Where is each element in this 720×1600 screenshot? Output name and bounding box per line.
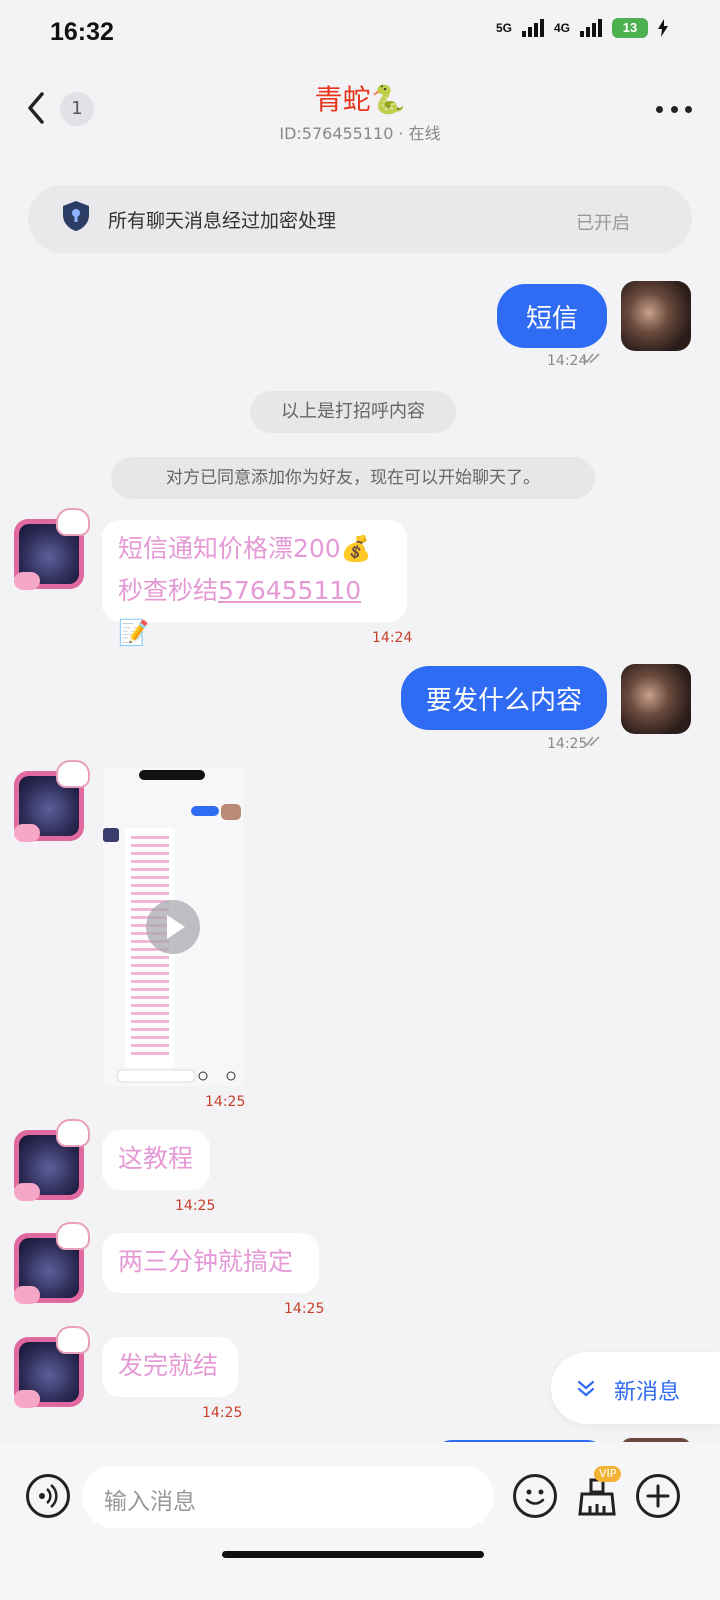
new-message-label: 新消息 bbox=[614, 1380, 681, 1405]
voice-icon[interactable] bbox=[26, 1474, 70, 1518]
plus-sign-icon bbox=[646, 1484, 670, 1508]
read-check-icon bbox=[582, 353, 600, 364]
message-input-placeholder: 输入消息 bbox=[104, 1489, 196, 1515]
avatar-frame-decoration bbox=[56, 508, 90, 536]
message-line: 秒查秒结576455110 📝 bbox=[118, 570, 391, 654]
message-bubble-received[interactable]: 这教程 bbox=[102, 1130, 210, 1190]
system-notice: 对方已同意添加你为好友，现在可以开始聊天了。 bbox=[111, 457, 595, 499]
message-text: 秒查秒结 bbox=[118, 576, 219, 605]
broom-icon[interactable] bbox=[576, 1476, 618, 1518]
more-icon[interactable] bbox=[656, 102, 692, 116]
system-notice: 以上是打招呼内容 bbox=[250, 391, 456, 433]
network-5g-label: 5G bbox=[495, 21, 512, 35]
chat-screen: 16:32 5G 4G 13 1 青蛇🐍 ID:576455110 · 在线 所… bbox=[0, 0, 720, 1600]
message-time: 14:24 bbox=[372, 630, 413, 646]
message-bubble-received[interactable]: 发完就结 bbox=[102, 1337, 238, 1397]
network-4g-label: 4G bbox=[553, 21, 570, 35]
avatar-frame-decoration bbox=[56, 1119, 90, 1147]
message-line: 短信通知价格漂200💰 bbox=[118, 534, 372, 563]
emoji-icon[interactable] bbox=[513, 1474, 557, 1518]
smile-face-icon bbox=[525, 1489, 545, 1505]
avatar-heart-decoration bbox=[14, 1183, 40, 1201]
message-time: 14:25 bbox=[202, 1405, 243, 1421]
status-time: 16:32 bbox=[50, 18, 114, 46]
my-avatar[interactable] bbox=[621, 281, 691, 351]
message-bubble-received[interactable]: 两三分钟就搞定 bbox=[102, 1233, 319, 1293]
avatar-frame-decoration bbox=[56, 1326, 90, 1354]
read-check-icon bbox=[582, 736, 600, 747]
status-icons: 5G 4G 13 bbox=[496, 18, 668, 38]
signal-icon bbox=[521, 19, 544, 37]
vip-badge: VIP bbox=[594, 1466, 622, 1482]
signal-icon-2 bbox=[580, 19, 602, 37]
message-bubble-sent[interactable]: 短信 bbox=[497, 284, 607, 348]
avatar-heart-decoration bbox=[14, 1286, 40, 1304]
charging-icon bbox=[658, 19, 668, 37]
message-time: 14:25 bbox=[205, 1094, 246, 1110]
plus-icon[interactable] bbox=[636, 1474, 680, 1518]
encryption-text: 所有聊天消息经过加密处理 bbox=[108, 210, 337, 232]
message-emoji: 📝 bbox=[118, 618, 150, 647]
play-button[interactable] bbox=[146, 900, 200, 954]
avatar-heart-decoration bbox=[14, 824, 40, 842]
play-icon bbox=[167, 915, 185, 939]
contact-name: 青蛇🐍 bbox=[314, 83, 406, 116]
shield-icon bbox=[63, 201, 89, 231]
my-avatar[interactable] bbox=[621, 664, 691, 734]
avatar-heart-decoration bbox=[14, 1390, 40, 1408]
message-link[interactable]: 576455110 bbox=[218, 576, 361, 605]
avatar-frame-decoration bbox=[56, 1222, 90, 1250]
message-bubble-sent[interactable]: 要发什么内容 bbox=[401, 666, 607, 730]
contact-status: ID:576455110 · 在线 bbox=[279, 124, 441, 143]
message-time: 14:25 bbox=[175, 1198, 216, 1214]
battery-indicator: 13 bbox=[612, 18, 648, 38]
message-time: 14:25 bbox=[284, 1301, 325, 1317]
home-indicator[interactable] bbox=[222, 1551, 484, 1558]
voice-waves-icon bbox=[39, 1484, 58, 1508]
avatar-heart-decoration bbox=[14, 572, 40, 590]
encryption-status: 已开启 bbox=[576, 213, 630, 234]
chevron-down-icon bbox=[577, 1380, 595, 1397]
avatar-frame-decoration bbox=[56, 760, 90, 788]
message-bubble-received[interactable]: 短信通知价格漂200💰 秒查秒结576455110 📝 bbox=[102, 520, 407, 647]
